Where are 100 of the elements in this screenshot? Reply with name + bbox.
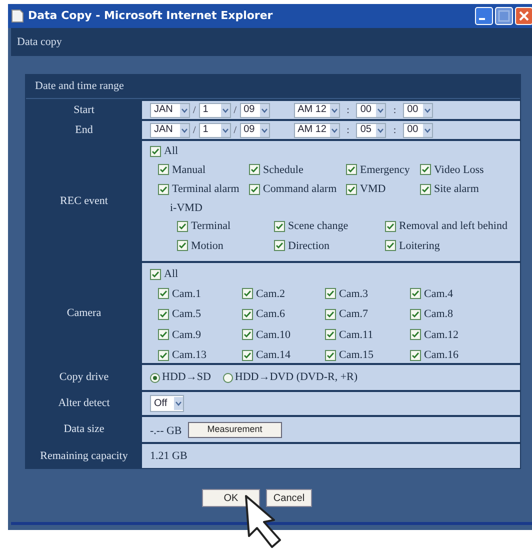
checkbox[interactable] — [274, 220, 285, 232]
checkbox[interactable] — [346, 184, 357, 195]
dropdown[interactable]: 00 — [403, 102, 434, 118]
checkbox-label: Cam.6 — [256, 307, 286, 322]
measurement-button[interactable]: Measurement — [188, 422, 282, 438]
checkbox[interactable] — [158, 308, 169, 320]
radio-button[interactable] — [150, 372, 160, 382]
radio-label: HDD→SD — [162, 370, 211, 386]
checkbox-label: Motion — [191, 238, 224, 254]
dropdown[interactable]: 00 — [356, 102, 386, 118]
checkbox-label: Cam.7 — [339, 307, 368, 322]
minimize-icon[interactable] — [475, 7, 493, 25]
checkbox-label: Manual — [172, 162, 206, 178]
checkbox[interactable] — [325, 329, 336, 340]
separator: : — [392, 104, 398, 118]
checkbox-label: Cam.16 — [424, 348, 459, 363]
checkbox-label: Cam.9 — [172, 328, 202, 342]
checkbox[interactable] — [158, 184, 169, 195]
dropdown[interactable]: AM 12 — [294, 102, 340, 118]
checkbox-label: Emergency — [360, 162, 410, 178]
checkbox[interactable] — [158, 288, 169, 300]
checkbox[interactable] — [242, 308, 253, 320]
dropdown[interactable]: 1 — [198, 102, 231, 118]
dropdown[interactable]: Off — [150, 395, 184, 412]
checkbox-label: Scene change — [288, 219, 348, 234]
checkbox[interactable] — [158, 350, 169, 361]
checkbox-label: Cam.5 — [172, 307, 202, 322]
checkbox-label: Schedule — [263, 162, 304, 178]
checkbox[interactable] — [420, 164, 431, 176]
separator: / — [193, 104, 196, 118]
checkbox[interactable] — [158, 164, 169, 176]
checkbox-label: Removal and left behind — [399, 219, 508, 234]
row-label: Copy drive — [59, 370, 109, 386]
document-icon — [11, 9, 24, 23]
dialog-button[interactable]: Cancel — [266, 489, 312, 507]
checkbox-label: Cam.4 — [424, 286, 454, 302]
checkbox[interactable] — [242, 288, 253, 300]
group-label: i-VMD — [169, 200, 202, 216]
checkbox[interactable] — [150, 146, 161, 157]
radio-button[interactable] — [222, 372, 233, 382]
checkbox-label: Cam.14 — [256, 348, 291, 363]
row-label: End — [75, 122, 93, 138]
separator: / — [234, 104, 237, 118]
checkbox[interactable] — [410, 308, 421, 320]
dropdown[interactable]: 09 — [240, 102, 270, 118]
checkbox-label: Video Loss — [434, 162, 484, 178]
checkbox[interactable] — [325, 350, 336, 361]
dialog-button[interactable]: OK — [202, 489, 260, 507]
dropdown[interactable]: 00 — [403, 122, 434, 138]
checkbox-label: VMD — [360, 182, 386, 197]
separator: : — [392, 124, 398, 138]
remaining-capacity-value: 1.21 GB — [150, 448, 188, 464]
dropdown[interactable]: AM 12 — [294, 122, 340, 138]
separator: : — [346, 104, 350, 118]
checkbox[interactable] — [177, 220, 188, 232]
checkbox[interactable] — [274, 240, 285, 252]
checkbox[interactable] — [242, 350, 253, 361]
checkbox[interactable] — [177, 240, 188, 252]
checkbox[interactable] — [410, 288, 421, 300]
checkbox[interactable] — [410, 350, 421, 361]
checkbox-label: Cam.8 — [424, 307, 454, 322]
section-heading: Date and time range — [35, 79, 124, 94]
checkbox-label: Cam.2 — [256, 286, 286, 302]
checkbox-label: Direction — [288, 238, 330, 254]
separator: : — [346, 124, 350, 138]
row-label: Alter detect — [58, 396, 110, 412]
checkbox[interactable] — [385, 220, 396, 232]
checkbox[interactable] — [385, 240, 396, 252]
checkbox-label: Site alarm — [434, 182, 479, 197]
checkbox[interactable] — [346, 164, 357, 176]
checkbox-label: Terminal — [191, 219, 231, 234]
dropdown[interactable]: 05 — [356, 122, 386, 138]
close-icon[interactable] — [515, 7, 532, 25]
separator: / — [193, 124, 196, 138]
checkbox[interactable] — [249, 164, 260, 176]
checkbox[interactable] — [158, 329, 169, 340]
row-label: REC event — [60, 194, 108, 209]
checkbox[interactable] — [325, 288, 336, 300]
checkbox[interactable] — [242, 329, 253, 340]
checkbox-label: Cam.15 — [339, 348, 374, 363]
dropdown[interactable]: 1 — [198, 122, 231, 138]
checkbox-label: Command alarm — [263, 182, 337, 197]
checkbox-label: Cam.11 — [339, 328, 374, 342]
dropdown[interactable]: JAN — [150, 102, 190, 118]
checkbox[interactable] — [325, 308, 336, 320]
checkbox-label: Cam.10 — [256, 328, 291, 342]
page-title: Data copy — [17, 34, 62, 50]
checkbox-label: Cam.12 — [424, 328, 459, 342]
checkbox[interactable] — [410, 329, 421, 340]
dropdown[interactable]: 09 — [240, 122, 270, 138]
checkbox[interactable] — [150, 268, 161, 280]
checkbox-label: Loitering — [399, 238, 440, 254]
separator: / — [234, 124, 237, 138]
checkbox[interactable] — [420, 184, 431, 195]
checkbox-label: All — [164, 267, 178, 282]
row-label: Remaining capacity — [40, 448, 128, 464]
checkbox-label: All — [164, 144, 178, 159]
dropdown[interactable]: JAN — [150, 122, 190, 138]
row-label: Start — [74, 102, 94, 118]
checkbox[interactable] — [249, 184, 260, 195]
